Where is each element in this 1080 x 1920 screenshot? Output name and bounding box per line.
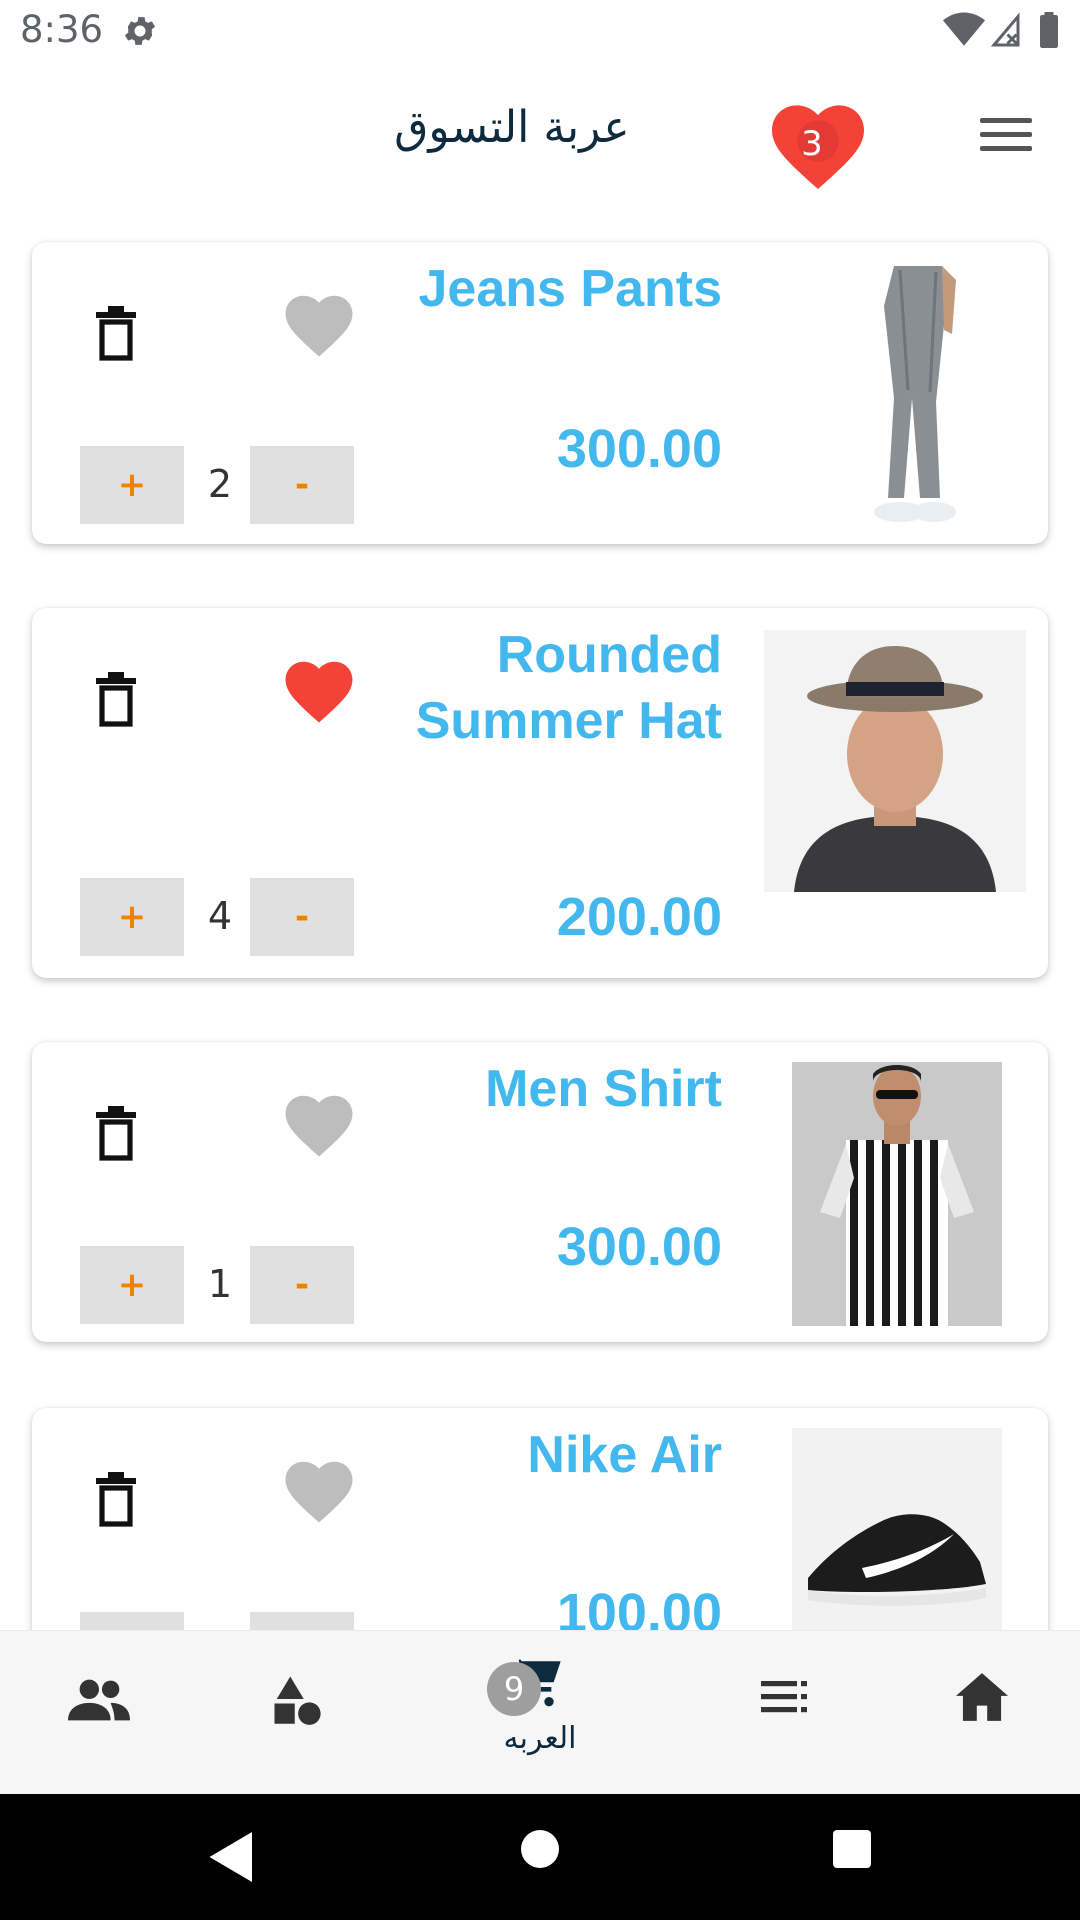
page-title: عربة التسوق xyxy=(394,102,630,153)
cart-item: Jeans Pants 300.00 + 2 - xyxy=(32,242,1048,544)
system-navigation-bar xyxy=(0,1794,1080,1920)
cart-item: Nike Air 100.00 + - xyxy=(32,1408,1048,1630)
bottom-navigation: 9 العربه xyxy=(0,1630,1080,1794)
hat-product-image xyxy=(764,630,1026,892)
nav-item-list[interactable] xyxy=(726,1631,846,1795)
back-icon[interactable] xyxy=(204,1832,260,1882)
item-name: Rounded Summer Hat xyxy=(415,626,722,750)
increase-quantity-button[interactable]: + xyxy=(80,1246,184,1324)
app-bar: عربة التسوق 3 xyxy=(0,64,1080,234)
quantity-value: 2 xyxy=(207,462,233,506)
trash-icon[interactable] xyxy=(96,1106,136,1162)
cart-list[interactable]: Jeans Pants 300.00 + 2 - Rounded Summer … xyxy=(0,234,1080,1630)
item-name: Men Shirt xyxy=(485,1060,722,1118)
menu-line xyxy=(980,132,1032,137)
decrease-quantity-button[interactable]: - xyxy=(250,878,354,956)
item-price: 200.00 xyxy=(556,887,722,947)
people-icon xyxy=(68,1679,130,1721)
status-time: 8:36 xyxy=(20,8,104,51)
recents-icon[interactable] xyxy=(833,1830,871,1868)
item-price: 100.00 xyxy=(556,1583,722,1630)
cart-item: Men Shirt 300.00 + 1 - xyxy=(32,1042,1048,1342)
nav-label-cart: العربه xyxy=(503,1721,577,1756)
menu-line xyxy=(980,146,1032,151)
increase-quantity-button[interactable]: + xyxy=(80,446,184,524)
categories-icon xyxy=(274,1676,321,1725)
decrease-quantity-button[interactable]: - xyxy=(250,1246,354,1324)
quantity-value: 4 xyxy=(207,894,233,938)
item-name: Jeans Pants xyxy=(418,260,723,318)
home-icon xyxy=(956,1673,1008,1721)
gear-icon xyxy=(124,17,156,45)
quantity-value: 1 xyxy=(207,1262,233,1306)
trash-icon[interactable] xyxy=(96,672,136,728)
battery-icon xyxy=(1040,12,1058,48)
home-circle-icon[interactable] xyxy=(521,1830,559,1868)
nav-item-cart[interactable]: 9 العربه xyxy=(470,1631,610,1795)
nav-item-home[interactable] xyxy=(920,1631,1040,1795)
nav-item-people[interactable] xyxy=(40,1631,160,1795)
increase-quantity-button[interactable]: + xyxy=(80,878,184,956)
item-price: 300.00 xyxy=(556,1217,722,1277)
decrease-quantity-button[interactable]: - xyxy=(250,446,354,524)
sneaker-product-image xyxy=(792,1428,1002,1630)
status-bar: 8:36 xyxy=(0,0,1080,64)
cart-item: Rounded Summer Hat 200.00 + 4 - xyxy=(32,608,1048,978)
cart-count-badge: 9 xyxy=(487,1662,541,1716)
wifi-icon xyxy=(943,12,985,46)
increase-quantity-button[interactable]: + xyxy=(80,1612,184,1630)
shirt-product-image xyxy=(792,1062,1002,1326)
hamburger-menu-icon[interactable] xyxy=(980,118,1032,156)
trash-icon[interactable] xyxy=(96,306,136,362)
nav-item-categories[interactable] xyxy=(236,1631,356,1795)
decrease-quantity-button[interactable]: - xyxy=(250,1612,354,1630)
menu-line xyxy=(980,118,1032,123)
list-icon xyxy=(761,1681,807,1713)
jeans-product-image xyxy=(840,260,990,524)
item-price: 300.00 xyxy=(556,419,722,479)
signal-icon xyxy=(990,12,1020,47)
item-name: Nike Air xyxy=(527,1426,722,1484)
favorites-count-badge: 3 xyxy=(801,124,823,164)
trash-icon[interactable] xyxy=(96,1472,136,1528)
